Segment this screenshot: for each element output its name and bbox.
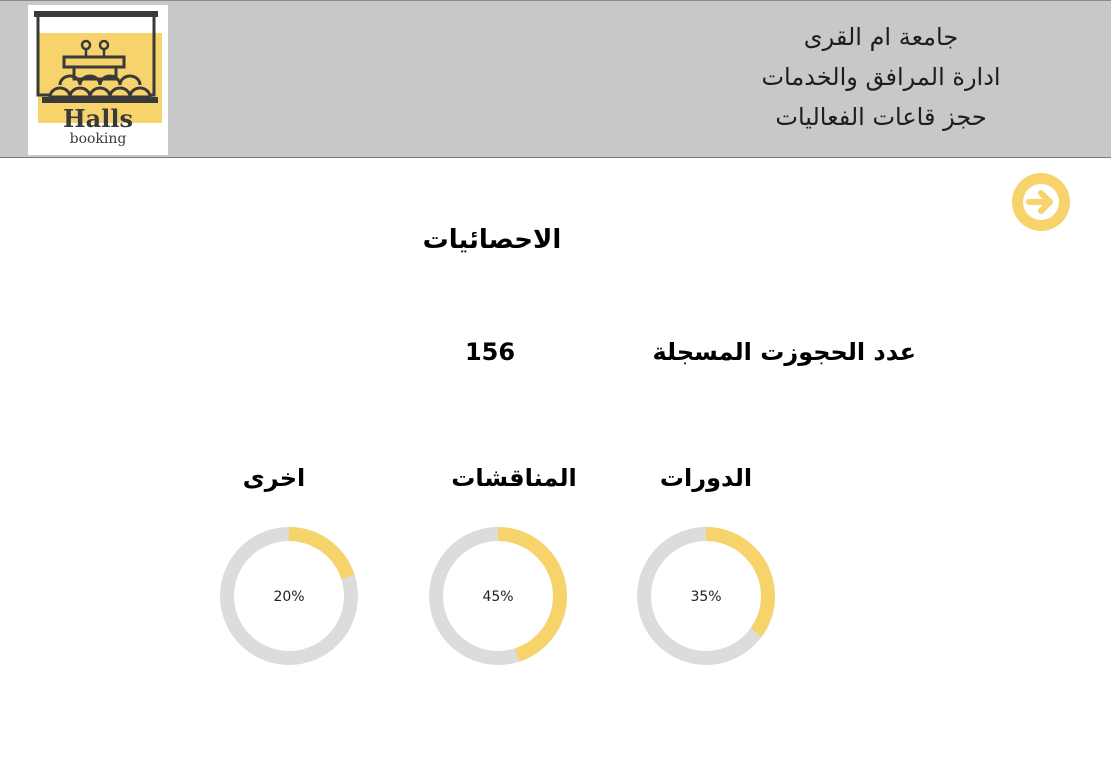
halls-booking-logo: Halls booking (28, 5, 168, 155)
app-header: Halls booking جامعة ام القرى ادارة المرا… (0, 0, 1111, 158)
donut-percent-discussions: 45% (482, 589, 514, 605)
stat-label-other: اخرى (242, 464, 306, 492)
logo-subtitle: booking (69, 131, 127, 147)
bookings-count-value: 156 (464, 338, 516, 366)
logo-title: Halls (63, 104, 133, 133)
back-button[interactable] (1011, 172, 1071, 232)
bookings-count-label: عدد الحجوزت المسجلة (652, 338, 917, 366)
university-name: جامعة ام القرى (803, 23, 959, 51)
department-name: ادارة المرافق والخدمات (761, 63, 1001, 91)
arrow-right-circle-icon (1012, 173, 1070, 231)
system-name: حجز قاعات الفعاليات (775, 103, 987, 131)
donut-percent-other: 20% (273, 589, 305, 605)
stat-label-courses: الدورات (659, 464, 753, 492)
page-title: الاحصائيات (422, 225, 562, 255)
stat-label-discussions: المناقشات (451, 464, 577, 492)
header-titles: جامعة ام القرى ادارة المرافق والخدمات حج… (711, 17, 1051, 137)
donut-percent-courses: 35% (690, 589, 722, 605)
